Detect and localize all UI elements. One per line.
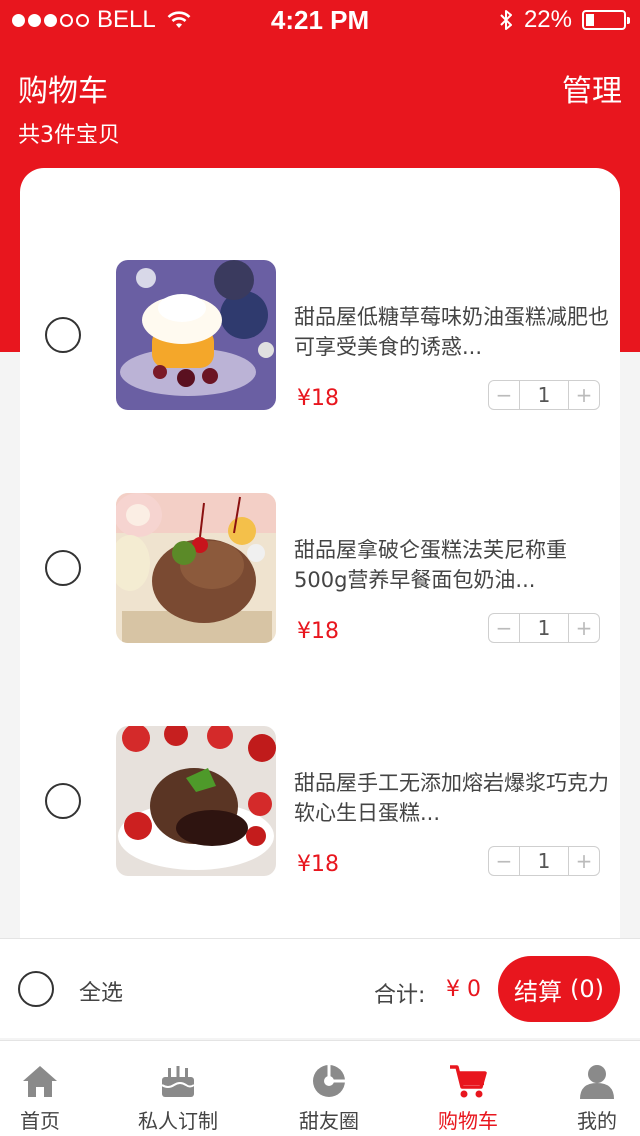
circle-pie-icon: [313, 1065, 345, 1097]
tab-label: 甜友圈: [299, 1109, 359, 1133]
status-right: 22%: [498, 6, 630, 34]
quantity-stepper: − 1 +: [488, 380, 600, 410]
cart-icon: [450, 1065, 487, 1098]
chocolate-roll-cake-image[interactable]: [116, 493, 276, 643]
item-select-radio[interactable]: [45, 783, 81, 819]
decrease-button[interactable]: −: [489, 614, 519, 642]
tab-circle[interactable]: 甜友圈: [265, 1041, 393, 1136]
cart-item: 甜品屋拿破仑蛋糕法芙尼称重500g营养早餐面包奶油... ¥18 − 1 +: [20, 493, 620, 645]
item-price: ¥18: [297, 619, 339, 644]
tab-me[interactable]: 我的: [533, 1041, 640, 1136]
page-title: 购物车: [18, 74, 108, 109]
quantity-value[interactable]: 1: [519, 381, 569, 409]
quantity-value[interactable]: 1: [519, 614, 569, 642]
tab-home[interactable]: 首页: [0, 1041, 104, 1136]
battery-percent: 22%: [523, 6, 572, 33]
manage-button[interactable]: 管理: [562, 66, 622, 110]
total-label: 合计:: [374, 983, 426, 1008]
cart-item: 甜品屋手工无添加熔岩爆浆巧克力软心生日蛋糕... ¥18 − 1 +: [20, 726, 620, 878]
tab-label: 购物车: [438, 1109, 498, 1133]
bluetooth-icon: [500, 10, 512, 30]
increase-button[interactable]: +: [569, 381, 599, 409]
tab-bar: 首页 私人订制 甜友圈 购物车 我的: [0, 1040, 640, 1136]
item-name[interactable]: 甜品屋手工无添加熔岩爆浆巧克力软心生日蛋糕...: [294, 768, 614, 828]
select-all-radio[interactable]: [18, 971, 54, 1007]
quantity-value[interactable]: 1: [519, 847, 569, 875]
item-price: ¥18: [297, 852, 339, 877]
cart-list: 甜品屋低糖草莓味奶油蛋糕减肥也可享受美食的诱惑... ¥18 − 1 + 甜品屋…: [20, 168, 620, 968]
cream-cake-image[interactable]: [116, 260, 276, 410]
tab-cart[interactable]: 购物车: [404, 1041, 532, 1136]
home-icon: [23, 1066, 57, 1097]
tab-label: 我的: [577, 1109, 617, 1133]
checkout-bar: 全选 合计: ¥ 0 结算 (0): [0, 938, 640, 1038]
cake-icon: [161, 1066, 195, 1097]
item-select-radio[interactable]: [45, 317, 81, 353]
item-name[interactable]: 甜品屋低糖草莓味奶油蛋糕减肥也可享受美食的诱惑...: [294, 302, 614, 362]
increase-button[interactable]: +: [569, 847, 599, 875]
item-count: 共3件宝贝: [18, 123, 120, 148]
tab-custom[interactable]: 私人订制: [114, 1041, 242, 1136]
item-name[interactable]: 甜品屋拿破仑蛋糕法芙尼称重500g营养早餐面包奶油...: [294, 535, 614, 595]
total-value: ¥ 0: [446, 977, 481, 1002]
cart-item: 甜品屋低糖草莓味奶油蛋糕减肥也可享受美食的诱惑... ¥18 − 1 +: [20, 260, 620, 412]
checkout-count: (0): [570, 975, 604, 1003]
checkout-button[interactable]: 结算 (0): [498, 956, 620, 1022]
tab-label: 首页: [20, 1109, 60, 1133]
user-icon: [580, 1065, 614, 1099]
checkout-label: 结算: [514, 977, 562, 1006]
quantity-stepper: − 1 +: [488, 846, 600, 876]
battery-icon: [582, 10, 630, 30]
decrease-button[interactable]: −: [489, 381, 519, 409]
item-price: ¥18: [297, 386, 339, 411]
tab-label: 私人订制: [138, 1109, 218, 1133]
item-select-radio[interactable]: [45, 550, 81, 586]
cart-screen: BELL 4:21 PM 22% 购物车 管理 共3件宝贝 甜品屋低糖草莓味奶油…: [0, 0, 640, 1136]
increase-button[interactable]: +: [569, 614, 599, 642]
decrease-button[interactable]: −: [489, 847, 519, 875]
select-all-label[interactable]: 全选: [79, 975, 123, 1007]
quantity-stepper: − 1 +: [488, 613, 600, 643]
status-bar: BELL 4:21 PM 22%: [0, 0, 640, 40]
lava-cake-image[interactable]: [116, 726, 276, 876]
